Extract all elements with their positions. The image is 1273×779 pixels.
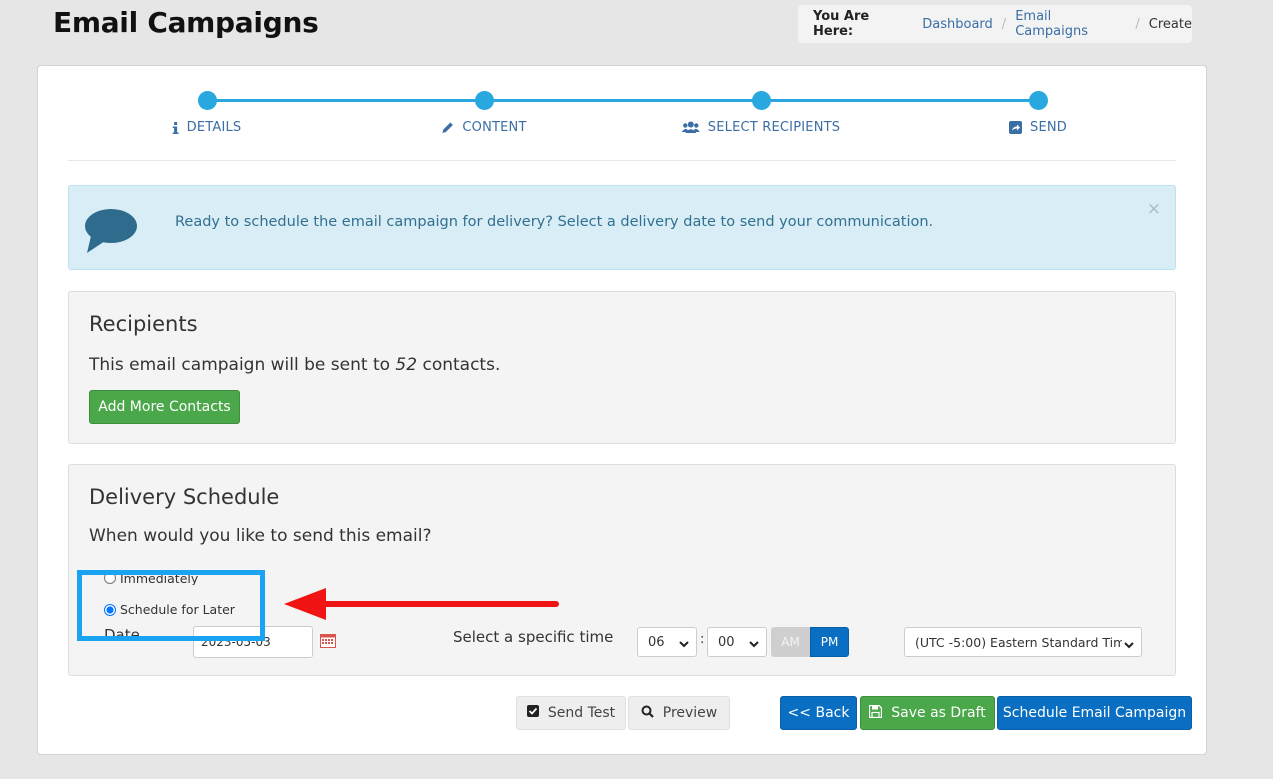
- search-icon: [641, 705, 654, 722]
- chevron-down-icon: [749, 637, 759, 652]
- wizard-step-select-recipients[interactable]: SELECT RECIPIENTS: [681, 120, 841, 135]
- campaign-card: DETAILS CONTENT SELECT RECIPIENTS SEND R…: [37, 65, 1207, 755]
- wizard-step-label: SELECT RECIPIENTS: [707, 120, 841, 135]
- hour-value: 06: [648, 634, 665, 650]
- recipients-heading: Recipients: [89, 312, 198, 336]
- annotation-arrow-icon: [280, 584, 565, 628]
- time-separator: :: [700, 632, 705, 647]
- breadcrumb-current: Create: [1148, 16, 1192, 32]
- chat-bubble-icon: [83, 208, 139, 258]
- chevron-down-icon: [679, 637, 689, 652]
- wizard-step-dot-recipients[interactable]: [752, 91, 771, 110]
- floppy-disk-icon: [869, 704, 883, 722]
- recipients-text-after: contacts.: [417, 355, 501, 375]
- add-more-contacts-button[interactable]: Add More Contacts: [89, 390, 240, 424]
- wizard-steps: DETAILS CONTENT SELECT RECIPIENTS SEND: [68, 66, 1176, 161]
- hour-select[interactable]: 06: [637, 627, 697, 657]
- delivery-heading: Delivery Schedule: [89, 485, 280, 509]
- timezone-value: (UTC -5:00) Eastern Standard Time: [915, 634, 1123, 650]
- wizard-step-dot-details[interactable]: [198, 91, 217, 110]
- save-draft-label: Save as Draft: [891, 705, 986, 721]
- chevron-down-icon: [1122, 637, 1134, 652]
- send-test-label: Send Test: [547, 705, 616, 721]
- wizard-progress-line: [207, 99, 1038, 102]
- breadcrumb-separator: /: [1001, 16, 1007, 32]
- share-icon: [1008, 121, 1022, 134]
- alert-message: Ready to schedule the email campaign for…: [175, 214, 934, 230]
- close-icon[interactable]: ×: [1147, 199, 1161, 219]
- preview-button[interactable]: Preview: [628, 696, 730, 730]
- page-title: Email Campaigns: [53, 6, 319, 39]
- breadcrumb-link-email-campaigns[interactable]: Email Campaigns: [1015, 9, 1126, 39]
- breadcrumb: You Are Here: Dashboard / Email Campaign…: [798, 5, 1192, 43]
- back-button[interactable]: << Back: [780, 696, 857, 730]
- wizard-step-label: DETAILS: [186, 120, 242, 135]
- wizard-step-dot-send[interactable]: [1029, 91, 1048, 110]
- wizard-step-content[interactable]: CONTENT: [441, 120, 526, 135]
- calendar-icon[interactable]: [320, 633, 336, 652]
- recipients-text-before: This email campaign will be sent to: [89, 355, 396, 375]
- recipients-summary: This email campaign will be sent to 52 c…: [89, 355, 500, 375]
- breadcrumb-separator: /: [1135, 16, 1140, 32]
- delivery-question: When would you like to send this email?: [89, 526, 432, 546]
- timezone-select[interactable]: (UTC -5:00) Eastern Standard Time: [904, 627, 1142, 657]
- recipients-count: 52: [395, 355, 418, 375]
- am-toggle[interactable]: AM: [771, 627, 810, 657]
- info-alert: Ready to schedule the email campaign for…: [68, 185, 1176, 270]
- recipients-panel: Recipients This email campaign will be s…: [68, 291, 1176, 444]
- wizard-step-dot-content[interactable]: [475, 91, 494, 110]
- breadcrumb-label: You Are Here:: [813, 9, 870, 39]
- wizard-step-send[interactable]: SEND: [1008, 120, 1068, 135]
- users-icon: [681, 121, 700, 134]
- info-icon: [172, 121, 179, 134]
- save-draft-button[interactable]: Save as Draft: [860, 696, 995, 730]
- checkbox-icon: [526, 705, 539, 721]
- send-test-button[interactable]: Send Test: [516, 696, 626, 730]
- wizard-step-label: SEND: [1029, 120, 1068, 135]
- pm-toggle[interactable]: PM: [810, 627, 849, 657]
- preview-label: Preview: [662, 705, 718, 721]
- schedule-campaign-button[interactable]: Schedule Email Campaign: [997, 696, 1192, 730]
- minute-value: 00: [718, 634, 735, 650]
- minute-select[interactable]: 00: [707, 627, 767, 657]
- pencil-icon: [441, 121, 454, 134]
- time-label: Select a specific time: [453, 628, 614, 646]
- wizard-step-details[interactable]: DETAILS: [172, 120, 242, 135]
- wizard-step-label: CONTENT: [462, 120, 527, 135]
- breadcrumb-link-dashboard[interactable]: Dashboard: [922, 17, 993, 32]
- annotation-highlight-box: [77, 570, 265, 641]
